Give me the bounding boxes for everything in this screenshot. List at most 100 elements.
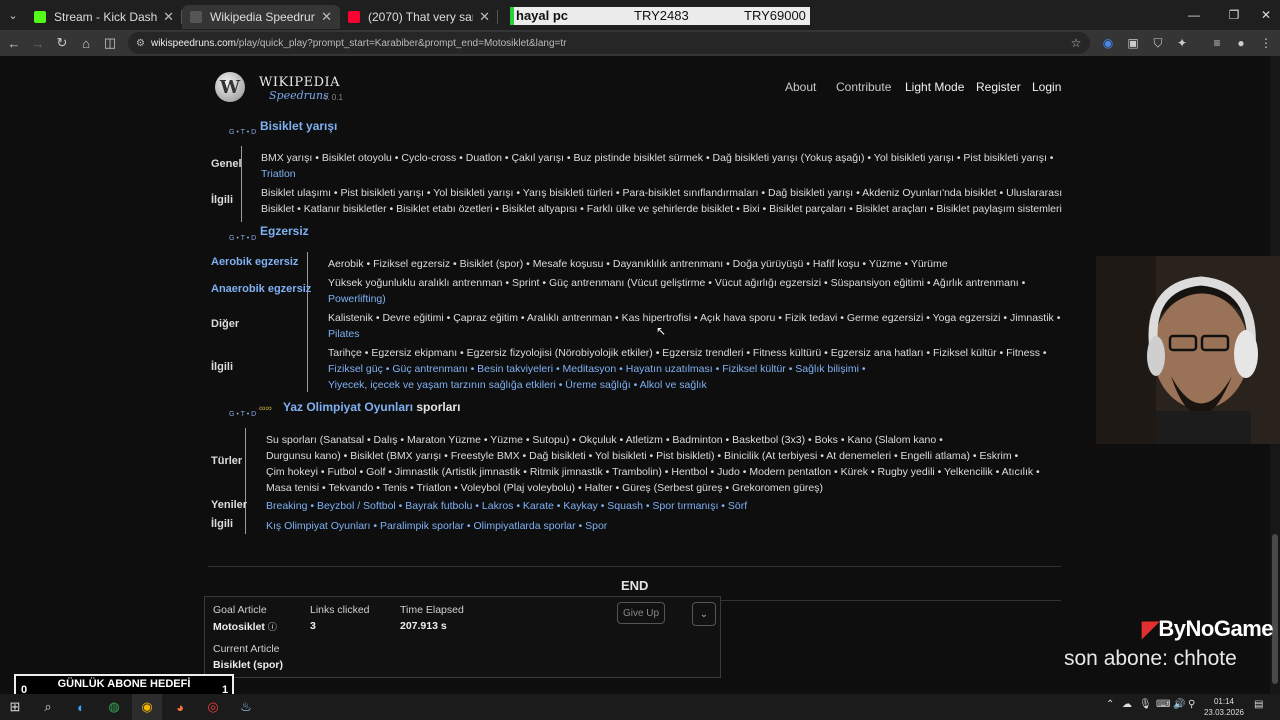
navbox-links-line[interactable]: Breaking • Beyzbol / Softbol • Bayrak fu… [266, 500, 747, 512]
nav-login[interactable]: Login [1032, 80, 1061, 94]
navbox-links-line[interactable]: Yiyecek, içecek ve yaşam tarzının sağlığ… [328, 379, 707, 391]
tab-close-icon[interactable]: ✕ [479, 9, 490, 25]
group-label[interactable]: Anaerobik egzersiz [211, 283, 311, 295]
navbox-links-line[interactable]: Kış Olimpiyat Oyunları • Paralimpik spor… [266, 520, 607, 532]
speaker-icon[interactable]: 🔊 [1173, 699, 1185, 710]
navbox-links-line[interactable]: Durgunsu kano) • Bisiklet (BMX yarışı • … [266, 450, 1018, 462]
tab-wikipedia-speedruns[interactable]: Wikipedia Speedrunsl ✕ [182, 5, 340, 29]
overlay-label: hayal pc [516, 8, 569, 23]
app-icon[interactable]: ◍ [99, 694, 129, 720]
menu-list-icon[interactable]: ≡ [1205, 31, 1229, 55]
tray-chevron-icon[interactable]: ⌃ [1106, 699, 1114, 710]
time-elapsed-label: Time Elapsed [400, 604, 464, 616]
kick-favicon-icon [34, 11, 46, 23]
divider [720, 600, 1061, 601]
give-up-button[interactable]: Give Up [617, 602, 665, 624]
wifi-icon[interactable]: ⚲ [1188, 699, 1195, 710]
navbox-divider [245, 428, 246, 534]
navbox-vte-links[interactable]: G • T • D [229, 411, 256, 418]
navbox-links-line[interactable]: Bisiklet ulaşımı • Pist bisikleti yarışı… [261, 187, 1062, 199]
logo-version: v. 0.1 [324, 93, 343, 102]
notification-icon[interactable]: ▤ [1254, 699, 1263, 710]
site-logo[interactable]: W Wikipedia Speedruns v. 0.1 [213, 72, 353, 104]
goal-article-value[interactable]: Motosiklet ⓘ [213, 620, 277, 633]
nav-contribute[interactable]: Contribute [836, 80, 891, 94]
bookmark-star-icon[interactable]: ☆ [1064, 31, 1088, 55]
minimize-icon[interactable]: — [1174, 0, 1214, 30]
navbox-links-line[interactable]: Yüksek yoğunluklu aralıklı antrenman • S… [328, 277, 1025, 289]
navbox-links-line[interactable]: Su sporları (Sanatsal • Dalış • Maraton … [266, 434, 943, 446]
obs-icon[interactable]: ◎ [198, 694, 228, 720]
address-bar[interactable]: ⚙ wikispeedruns.com /play/quick_play?pro… [128, 32, 1090, 54]
info-icon[interactable]: ⓘ [268, 622, 277, 632]
group-label: Türler [211, 455, 243, 467]
tab-close-icon[interactable]: ✕ [163, 9, 174, 25]
sub-goal-title: GÜNLÜK ABONE HEDEFİ [57, 678, 191, 690]
window-close-icon[interactable]: ✕ [1246, 0, 1280, 30]
navbox-links-line[interactable]: Triatlon [261, 168, 296, 180]
search-icon[interactable]: ⌕ [33, 694, 63, 720]
home-icon[interactable]: ⌂ [74, 30, 98, 56]
navbox-vte-links[interactable]: G • T • D [229, 235, 256, 242]
extension-icon[interactable]: ▣ [1121, 31, 1145, 55]
microphone-icon[interactable]: 🎙 [1139, 699, 1152, 710]
more-menu-icon[interactable]: ⋮ [1254, 31, 1278, 55]
title-link[interactable]: Yaz Olimpiyat Oyunları [283, 400, 413, 414]
group-label[interactable]: Aerobik egzersiz [211, 256, 298, 268]
chrome-icon[interactable]: ◉ [132, 694, 162, 720]
sponsor-logo: ◤ByNoGame [1142, 616, 1274, 642]
firefox-icon[interactable]: ◕ [165, 694, 195, 720]
logo-sub: Speedruns [269, 89, 329, 102]
tab-youtube[interactable]: (2070) That very same berry sin ✕ [340, 5, 498, 29]
navbox-links-line[interactable]: Aerobik • Fiziksel egzersiz • Bisiklet (… [328, 258, 948, 270]
taskbar-clock[interactable]: 01:14 23.03.2026 [1200, 696, 1248, 718]
wiki-favicon-icon [190, 11, 202, 23]
navbox-links-line[interactable]: Tarihçe • Egzersiz ekipmanı • Egzersiz f… [328, 347, 1047, 359]
logo-word: Wikipedia [259, 75, 341, 90]
tab-title: Stream - Kick Dashboard [54, 10, 158, 24]
navbox-links-line[interactable]: Pilates [328, 328, 360, 340]
brand-text: ByNoGame [1158, 616, 1274, 641]
tab-search-icon[interactable]: ⌄ [0, 0, 26, 30]
navbox-title-bisiklet[interactable]: Bisiklet yarışı [260, 119, 337, 133]
scrollbar-thumb[interactable] [1272, 534, 1278, 684]
navbox-links-line[interactable]: Çim hokeyi • Futbol • Golf • Jimnastik (… [266, 466, 1040, 478]
back-icon[interactable]: ← [2, 30, 26, 56]
navbox-links-line[interactable]: Fiziksel güç • Güç antrenmanı • Besin ta… [328, 363, 866, 375]
mouse-cursor-icon: ↖ [656, 324, 667, 338]
group-label: Yeniler [211, 499, 248, 511]
steam-icon[interactable]: ♨ [231, 694, 261, 720]
links-clicked-label: Links clicked [310, 604, 370, 616]
navbox-title-egzersiz[interactable]: Egzersiz [260, 224, 309, 238]
navbox-divider [307, 252, 308, 392]
windows-taskbar: ⊞ ⌕ ◐ ◍ ◉ ◕ ◎ ♨ ⌃ ☁ 🎙 ⌨ 🔊 ⚲ 01:14 23.03.2… [0, 694, 1280, 720]
network-icon[interactable]: ⌨ [1156, 699, 1170, 710]
reload-icon[interactable]: ↻ [50, 30, 74, 56]
navbox-title-olimpiyat[interactable]: Yaz Olimpiyat Oyunları sporları [283, 400, 460, 414]
extension-icon[interactable]: ◉ [1096, 31, 1120, 55]
nav-about[interactable]: About [785, 80, 816, 94]
start-icon[interactable]: ⊞ [0, 694, 30, 720]
url-path: /play/quick_play?prompt_start=Karabiber&… [236, 37, 567, 49]
navbox-links-line[interactable]: Powerlifting) [328, 293, 386, 305]
profile-icon[interactable]: ● [1229, 31, 1253, 55]
navbox-links-line[interactable]: Bisiklet • Katlanır bisikletler • Bisikl… [261, 203, 1062, 215]
navbox-vte-links[interactable]: G • T • D [229, 129, 256, 136]
overlay-current: TRY2483 [634, 8, 689, 23]
nav-register[interactable]: Register [976, 80, 1021, 94]
tray-icon[interactable]: ☁ [1122, 699, 1132, 710]
tab-close-icon[interactable]: ✕ [321, 9, 332, 25]
forward-icon[interactable]: → [26, 30, 50, 56]
navbox-links-line[interactable]: Masa tenisi • Tekvando • Tenis • Triatlo… [266, 482, 823, 494]
site-info-icon[interactable]: ⚙ [136, 38, 145, 49]
navbox-links-line[interactable]: Kalistenik • Devre eğitimi • Çapraz eğit… [328, 312, 1060, 324]
puzzle-icon[interactable]: ✦ [1170, 31, 1194, 55]
nav-light-mode[interactable]: Light Mode [905, 80, 964, 94]
edge-icon[interactable]: ◐ [66, 694, 96, 720]
shield-icon[interactable]: ⛉ [1146, 31, 1170, 55]
chevron-down-icon[interactable]: ⌄ [692, 602, 716, 626]
sidebar-icon[interactable]: ◫ [98, 30, 122, 56]
group-label: İlgili [211, 194, 233, 206]
tab-kick-dashboard[interactable]: Stream - Kick Dashboard ✕ [26, 5, 182, 29]
navbox-links-line[interactable]: BMX yarışı • Bisiklet otoyolu • Cyclo-cr… [261, 152, 1053, 164]
